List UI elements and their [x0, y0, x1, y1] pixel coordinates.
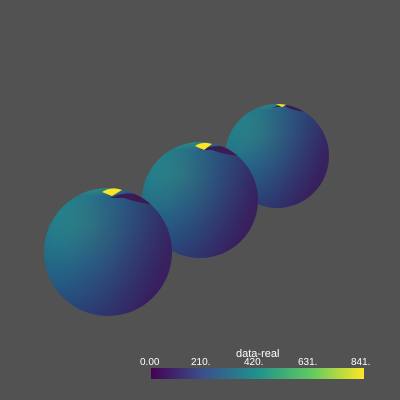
colorbar-tick-label: 841.	[351, 357, 371, 368]
colorbar-tick-label: 210.	[191, 357, 211, 368]
scene-3d[interactable]	[0, 0, 400, 400]
render-viewport[interactable]: data-real 0.00 210. 420. 631. 841.	[0, 0, 400, 400]
colorbar-tick-label: 0.00	[140, 357, 160, 368]
scalar-colorbar: data-real 0.00 210. 420. 631. 841.	[136, 344, 376, 384]
colorbar-gradient	[151, 368, 364, 379]
colorbar-tick-label: 420.	[244, 357, 264, 368]
colorbar-tick-label: 631.	[298, 357, 318, 368]
